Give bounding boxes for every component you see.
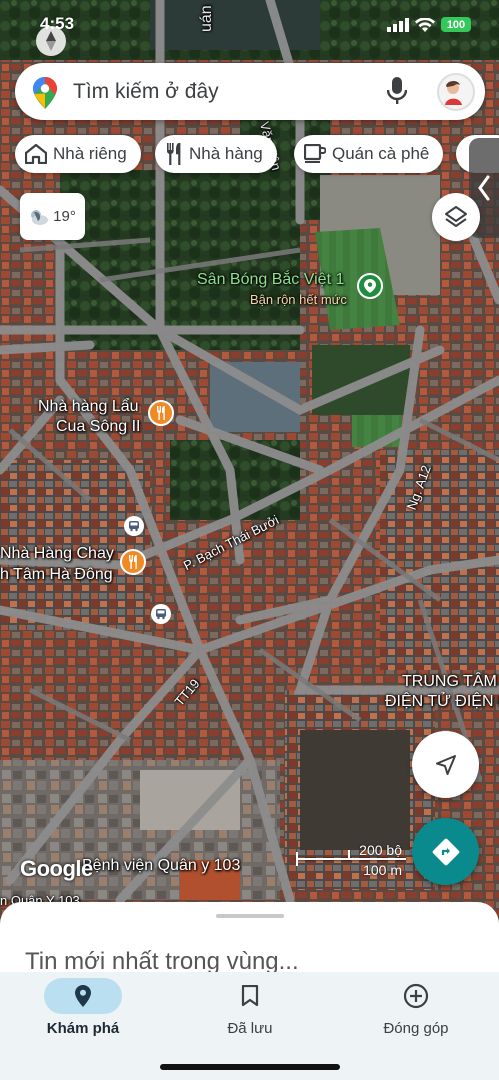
- layers-icon: [445, 206, 467, 227]
- restaurant-icon: [167, 143, 181, 165]
- nav-contribute-label: Đóng góp: [383, 1020, 449, 1037]
- scale-tick: [348, 850, 350, 860]
- map-label-center-line1[interactable]: TRUNG TÂM: [402, 672, 497, 692]
- nav-explore[interactable]: Khám phá: [13, 978, 153, 1048]
- search-bar[interactable]: Tìm kiếm ở đây: [15, 63, 485, 120]
- bottom-sheet[interactable]: Tin mới nhất trong vùng...: [0, 902, 499, 982]
- microphone-icon[interactable]: [387, 77, 407, 105]
- bookmark-icon: [241, 985, 259, 1007]
- map-label-restaurant-2-line2[interactable]: h Tâm Hà Đông: [0, 565, 113, 585]
- google-logo: Google: [20, 856, 93, 881]
- bus-stop-icon[interactable]: [124, 516, 144, 536]
- chip-coffee-label: Quán cà phê: [332, 144, 430, 163]
- nav-contribute-pill: [377, 978, 455, 1014]
- scale-tick: [296, 852, 298, 866]
- partly-cloudy-icon: [31, 209, 49, 225]
- layers-button[interactable]: [432, 193, 480, 241]
- nav-explore-pill: [44, 978, 122, 1014]
- scale-label-metric: 100 m: [363, 862, 402, 878]
- scale-label-imperial: 200 bộ: [359, 842, 402, 858]
- map-label-center-line2[interactable]: ĐIỆN TỬ ĐIỆN LẠ: [385, 692, 499, 712]
- nav-saved[interactable]: Đã lưu: [180, 978, 320, 1048]
- chip-home[interactable]: Nhà riêng: [15, 135, 141, 173]
- chevron-left-icon: [478, 175, 490, 201]
- navigation-arrow-icon: [435, 754, 456, 775]
- nav-explore-label: Khám phá: [46, 1020, 120, 1037]
- chip-restaurant-label: Nhà hàng: [189, 144, 263, 163]
- directions-icon: [432, 838, 459, 865]
- map-label-restaurant-1-line2[interactable]: Cua Sông II: [56, 417, 141, 437]
- restaurant-marker-icon[interactable]: [148, 400, 174, 426]
- home-icon: [25, 144, 47, 164]
- chip-coffee[interactable]: Quán cà phê: [294, 135, 444, 173]
- directions-button[interactable]: [412, 818, 479, 885]
- google-maps-pin-icon: [33, 77, 57, 109]
- nav-saved-pill: [211, 978, 289, 1014]
- cellular-signal-icon: [387, 17, 409, 32]
- add-circle-icon: [403, 983, 429, 1009]
- map-label-stadium-status: Bận rộn hết mức: [250, 292, 347, 307]
- battery-icon: 100: [441, 17, 471, 32]
- map-scale: 200 bộ 100 m: [296, 842, 408, 878]
- home-indicator: [160, 1064, 340, 1070]
- map-label-restaurant-2-line1[interactable]: Nhà Hàng Chay: [0, 544, 114, 564]
- coffee-icon: [304, 144, 326, 163]
- stadium-pin-icon[interactable]: [357, 273, 383, 299]
- bus-stop-2-icon[interactable]: [151, 604, 171, 624]
- wifi-icon: [415, 17, 435, 32]
- nav-contribute[interactable]: Đóng góp: [346, 978, 486, 1048]
- scale-line: [296, 858, 406, 860]
- map-label-stadium[interactable]: Sân Bóng Bắc Việt 1: [197, 270, 344, 290]
- search-input[interactable]: Tìm kiếm ở đây: [73, 80, 219, 104]
- my-location-button[interactable]: [412, 731, 479, 798]
- chip-home-label: Nhà riêng: [53, 144, 127, 163]
- nav-saved-label: Đã lưu: [227, 1020, 273, 1037]
- map-label-hospital[interactable]: Bệnh viện Quân y 103: [82, 856, 240, 876]
- weather-widget[interactable]: 19°: [20, 193, 85, 240]
- explore-pin-icon: [75, 985, 91, 1007]
- account-avatar[interactable]: [437, 73, 475, 111]
- weather-temperature: 19°: [53, 208, 76, 225]
- map-label-restaurant-1-line1[interactable]: Nhà hàng Lẩu: [38, 397, 139, 417]
- restaurant-marker-2-icon[interactable]: [120, 549, 146, 575]
- sheet-drag-handle[interactable]: [216, 914, 284, 918]
- compass-icon[interactable]: [36, 26, 66, 56]
- status-icons: 100: [387, 17, 471, 32]
- avatar-cartoon-icon: [439, 75, 473, 109]
- status-bar: 4:53 100: [0, 0, 499, 50]
- chip-restaurant[interactable]: Nhà hàng: [155, 135, 277, 173]
